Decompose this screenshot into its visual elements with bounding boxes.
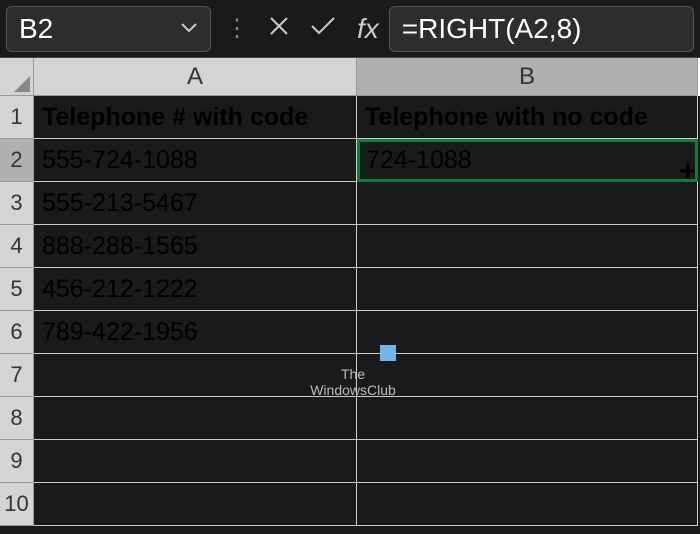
- table-row: 555-213-5467: [34, 182, 698, 225]
- formula-input[interactable]: =RIGHT(A2,8): [389, 6, 694, 52]
- cell-grid: Telephone # with code Telephone with no …: [34, 96, 698, 526]
- cell-b5[interactable]: [357, 268, 698, 311]
- column-header-b[interactable]: B: [357, 58, 698, 96]
- cell-a9[interactable]: [34, 440, 357, 483]
- cell-a4[interactable]: 888-288-1565: [34, 225, 357, 268]
- cell-a7[interactable]: [34, 354, 357, 397]
- spreadsheet-area: A B: [0, 58, 700, 96]
- row-header-6[interactable]: 6: [0, 311, 34, 354]
- cell-a5[interactable]: 456-212-1222: [34, 268, 357, 311]
- column-header-a[interactable]: A: [34, 58, 357, 96]
- cell-b2[interactable]: 724-1088 +: [357, 139, 698, 182]
- row-header-9[interactable]: 9: [0, 440, 34, 483]
- cell-a2[interactable]: 555-724-1088: [34, 139, 357, 182]
- cell-b8[interactable]: [357, 397, 698, 440]
- cell-b7[interactable]: [357, 354, 698, 397]
- formula-action-icons: [267, 13, 337, 45]
- cell-a6[interactable]: 789-422-1956: [34, 311, 357, 354]
- table-row: 555-724-1088 724-1088 +: [34, 139, 698, 182]
- row-header-7[interactable]: 7: [0, 354, 34, 397]
- column-headers: A B: [34, 58, 698, 96]
- cell-b4[interactable]: [357, 225, 698, 268]
- row-header-2[interactable]: 2: [0, 139, 34, 182]
- table-row: 456-212-1222: [34, 268, 698, 311]
- table-row: [34, 397, 698, 440]
- row-header-3[interactable]: 3: [0, 182, 34, 225]
- formula-bar: B2 ⋮ fx =RIGHT(A2,8): [0, 0, 700, 58]
- confirm-icon[interactable]: [309, 13, 337, 45]
- row-headers: 1 2 3 4 5 6 7 8 9 10: [0, 96, 34, 526]
- cell-b10[interactable]: [357, 483, 698, 526]
- table-row: [34, 354, 698, 397]
- name-box-text: B2: [19, 13, 180, 45]
- cell-a1[interactable]: Telephone # with code: [34, 96, 357, 139]
- cell-b3[interactable]: [357, 182, 698, 225]
- fill-handle-icon[interactable]: +: [679, 163, 698, 182]
- chevron-down-icon[interactable]: [180, 18, 198, 39]
- corner-triangle-icon: [14, 76, 30, 92]
- select-all-corner[interactable]: [0, 58, 34, 96]
- formula-text: =RIGHT(A2,8): [402, 13, 582, 45]
- cancel-icon[interactable]: [267, 13, 291, 45]
- row-header-4[interactable]: 4: [0, 225, 34, 268]
- cell-a8[interactable]: [34, 397, 357, 440]
- row-header-10[interactable]: 10: [0, 483, 34, 526]
- divider-icon: ⋮: [225, 14, 249, 43]
- grid-body: 1 2 3 4 5 6 7 8 9 10 Telephone # with co…: [0, 96, 700, 526]
- cell-a10[interactable]: [34, 483, 357, 526]
- table-row: 789-422-1956: [34, 311, 698, 354]
- table-row: [34, 483, 698, 526]
- row-header-1[interactable]: 1: [0, 96, 34, 139]
- row-header-8[interactable]: 8: [0, 397, 34, 440]
- table-row: 888-288-1565: [34, 225, 698, 268]
- cell-b9[interactable]: [357, 440, 698, 483]
- fx-label[interactable]: fx: [357, 13, 379, 45]
- table-row: [34, 440, 698, 483]
- table-row: Telephone # with code Telephone with no …: [34, 96, 698, 139]
- cell-b1[interactable]: Telephone with no code: [357, 96, 698, 139]
- cell-a3[interactable]: 555-213-5467: [34, 182, 357, 225]
- name-box[interactable]: B2: [6, 6, 211, 52]
- cell-b2-value: 724-1088: [366, 146, 472, 175]
- cell-b6[interactable]: [357, 311, 698, 354]
- row-header-5[interactable]: 5: [0, 268, 34, 311]
